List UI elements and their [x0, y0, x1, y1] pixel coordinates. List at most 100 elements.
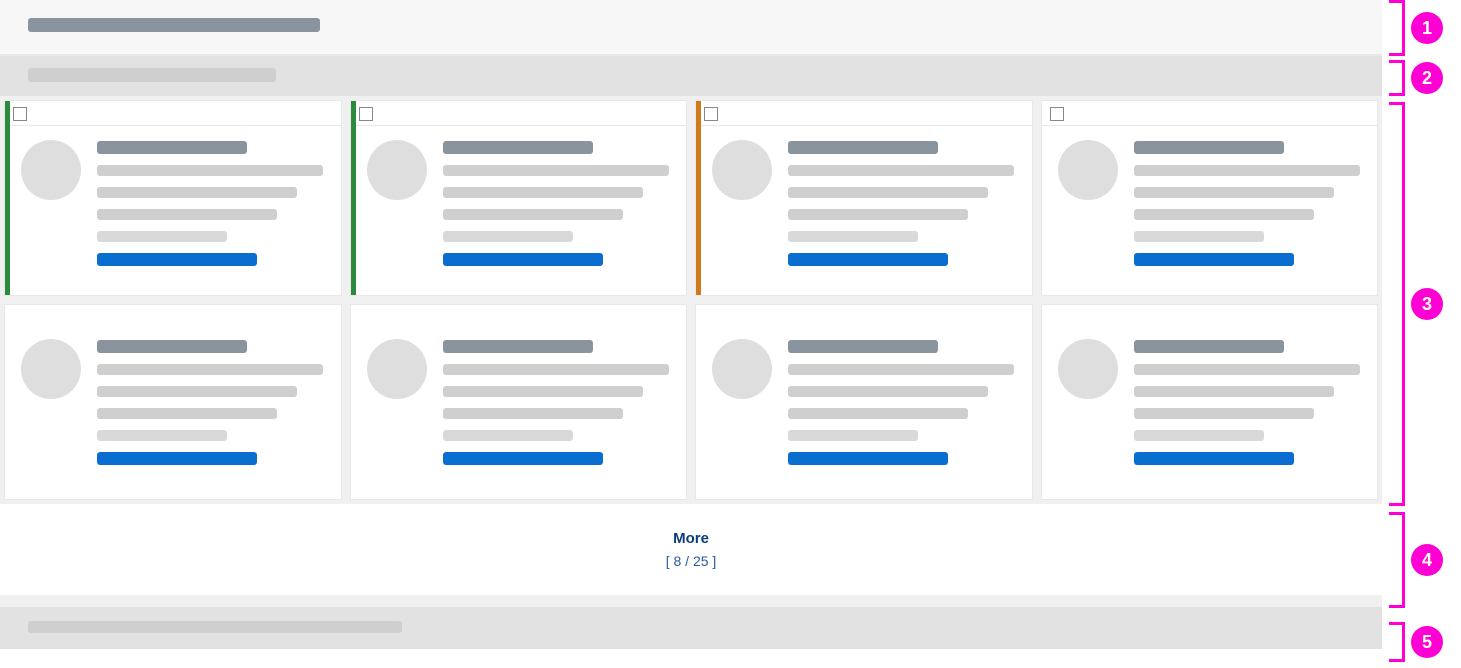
card-link-placeholder[interactable]	[1134, 452, 1294, 465]
list-card[interactable]	[4, 304, 342, 500]
card-line-placeholder	[97, 187, 297, 198]
avatar	[367, 339, 427, 399]
card-text	[97, 339, 327, 465]
footer-placeholder	[28, 621, 402, 633]
header-section	[0, 0, 1382, 56]
avatar	[21, 140, 81, 200]
card-text	[1134, 140, 1364, 266]
card-body	[696, 126, 1032, 266]
card-line-placeholder	[97, 340, 247, 353]
card-line-placeholder	[443, 187, 643, 198]
card-line-placeholder	[788, 340, 938, 353]
annotation-2: 2	[1389, 60, 1461, 96]
card-line-placeholder	[97, 165, 323, 176]
annotation-number: 4	[1411, 544, 1443, 576]
card-line-placeholder	[1134, 364, 1360, 375]
more-label[interactable]: More	[0, 530, 1382, 547]
card-line-placeholder	[1134, 430, 1264, 441]
card-link-placeholder[interactable]	[443, 452, 603, 465]
card-line-placeholder	[443, 231, 573, 242]
card-header	[1042, 101, 1378, 126]
annotation-4: 4	[1389, 512, 1461, 608]
toolbar-section	[0, 56, 1382, 96]
list-card[interactable]	[695, 100, 1033, 296]
footer-section	[0, 607, 1382, 649]
card-body	[351, 126, 687, 266]
list-card[interactable]	[350, 100, 688, 296]
card-line-placeholder	[443, 386, 643, 397]
card-body	[1042, 325, 1378, 465]
card-line-placeholder	[1134, 386, 1334, 397]
annotation-3: 3	[1389, 102, 1461, 506]
card-line-placeholder	[1134, 231, 1264, 242]
avatar	[367, 140, 427, 200]
list-card[interactable]	[350, 304, 688, 500]
card-line-placeholder	[788, 364, 1014, 375]
card-line-placeholder	[788, 187, 988, 198]
avatar	[1058, 140, 1118, 200]
card-line-placeholder	[443, 408, 623, 419]
card-text	[1134, 339, 1364, 465]
card-line-placeholder	[97, 141, 247, 154]
card-header	[696, 101, 1032, 126]
toolbar-placeholder	[28, 68, 276, 82]
card-body	[5, 325, 341, 465]
card-line-placeholder	[788, 141, 938, 154]
card-grid	[0, 96, 1382, 504]
list-card[interactable]	[695, 304, 1033, 500]
annotation-bracket-icon	[1389, 102, 1405, 506]
avatar	[21, 339, 81, 399]
card-line-placeholder	[97, 408, 277, 419]
card-line-placeholder	[443, 340, 593, 353]
card-line-placeholder	[788, 386, 988, 397]
annotation-bracket-icon	[1389, 0, 1405, 56]
card-text	[443, 140, 673, 266]
card-link-placeholder[interactable]	[1134, 253, 1294, 266]
card-line-placeholder	[788, 408, 968, 419]
card-text	[443, 339, 673, 465]
card-line-placeholder	[97, 386, 297, 397]
card-body	[1042, 126, 1378, 266]
page-title-placeholder	[28, 18, 320, 32]
card-line-placeholder	[97, 364, 323, 375]
card-line-placeholder	[788, 430, 918, 441]
annotation-bracket-icon	[1389, 60, 1405, 96]
card-text	[97, 140, 327, 266]
list-card[interactable]	[1041, 100, 1379, 296]
annotation-bracket-icon	[1389, 512, 1405, 608]
select-checkbox[interactable]	[13, 107, 27, 121]
card-line-placeholder	[443, 141, 593, 154]
card-header	[351, 101, 687, 126]
card-line-placeholder	[97, 209, 277, 220]
select-checkbox[interactable]	[704, 107, 718, 121]
annotation-5: 5	[1389, 622, 1461, 662]
card-link-placeholder[interactable]	[97, 452, 257, 465]
card-link-placeholder[interactable]	[788, 253, 948, 266]
card-text	[788, 140, 1018, 266]
list-card[interactable]	[1041, 304, 1379, 500]
card-text	[788, 339, 1018, 465]
more-section[interactable]: More [ 8 / 25 ]	[0, 504, 1382, 595]
annotation-number: 2	[1411, 62, 1443, 94]
card-line-placeholder	[1134, 187, 1334, 198]
select-checkbox[interactable]	[1050, 107, 1064, 121]
select-checkbox[interactable]	[359, 107, 373, 121]
card-line-placeholder	[443, 165, 669, 176]
annotation-number: 3	[1411, 288, 1443, 320]
card-header	[5, 101, 341, 126]
avatar	[1058, 339, 1118, 399]
card-body	[696, 325, 1032, 465]
card-link-placeholder[interactable]	[788, 452, 948, 465]
card-line-placeholder	[1134, 209, 1314, 220]
list-card[interactable]	[4, 100, 342, 296]
card-link-placeholder[interactable]	[97, 253, 257, 266]
more-count: [ 8 / 25 ]	[0, 553, 1382, 569]
annotation-bracket-icon	[1389, 622, 1405, 662]
card-body	[5, 126, 341, 266]
card-line-placeholder	[1134, 165, 1360, 176]
card-body	[351, 325, 687, 465]
card-line-placeholder	[788, 209, 968, 220]
annotation-number: 5	[1411, 626, 1443, 658]
card-line-placeholder	[788, 165, 1014, 176]
card-link-placeholder[interactable]	[443, 253, 603, 266]
